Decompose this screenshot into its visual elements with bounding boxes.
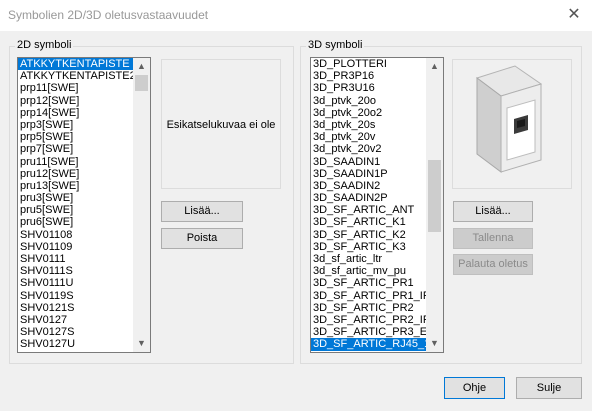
list-item[interactable]: 3D_SAADIN2 — [311, 180, 426, 192]
list-item[interactable]: 3D_SAADIN1 — [311, 156, 426, 168]
list-item[interactable]: 3D_SF_ARTIC_PR2_IP44 — [311, 314, 442, 326]
preview-2d-text: Esikatselukuvaa ei ole — [166, 119, 276, 131]
list-item[interactable]: 3D_SF_ARTIC_PR1 — [311, 277, 426, 289]
list-item[interactable]: 3D_SF_ARTIC_PR1_IP44 — [311, 290, 442, 302]
list-item[interactable]: SHV0127 — [18, 314, 133, 326]
chevron-up-icon[interactable]: ▲ — [426, 58, 443, 75]
preview-2d: Esikatselukuvaa ei ole — [161, 59, 281, 189]
list-item[interactable]: 3d_ptvk_20o2 — [311, 107, 426, 119]
list-item[interactable]: prp3[SWE] — [18, 119, 133, 131]
list-item[interactable]: pru6[SWE] — [18, 216, 133, 228]
list-item[interactable]: 3D_SAADIN2P — [311, 192, 426, 204]
list-item[interactable]: SHV0111U — [18, 277, 133, 289]
list-item[interactable]: 3D_SF_ARTIC_RJ45_1 — [311, 338, 430, 351]
help-button[interactable]: Ohje — [444, 377, 505, 399]
list-item[interactable]: pru11[SWE] — [18, 156, 133, 168]
list-3d-items: 3D_PLOTTERI 3D_PR3P16 3D_PR3U16 3d_ptvk_20o… — [311, 58, 443, 352]
list-item[interactable]: ATKKYTKENTAPISTE2 — [18, 70, 136, 82]
list-item[interactable]: prp11[SWE] — [18, 82, 133, 94]
list-item[interactable]: prp5[SWE] — [18, 131, 133, 143]
list-3d-symbols[interactable]: 3D_PLOTTERI 3D_PR3P16 3D_PR3U16 3d_ptvk_20o… — [310, 57, 444, 353]
list-item[interactable]: 3D_SF_ARTIC_ANT — [311, 204, 426, 216]
scroll-thumb-3d[interactable] — [428, 160, 441, 232]
list-item[interactable]: SHV0127S — [18, 326, 133, 338]
add-2d-button[interactable]: Lisää... — [161, 201, 243, 222]
close-button[interactable]: Sulje — [516, 377, 582, 399]
list-item[interactable]: 3D_PLOTTERI — [311, 58, 426, 70]
preview-3d — [452, 59, 572, 189]
remove-2d-button[interactable]: Poista — [161, 228, 243, 249]
reset-default-button[interactable]: Palauta oletus — [453, 254, 533, 275]
close-icon[interactable]: ✕ — [561, 5, 587, 25]
list-item[interactable]: 3D_SF_ARTIC_K3 — [311, 241, 426, 253]
list-item[interactable]: 3D_PR3U16 — [311, 82, 426, 94]
list-item[interactable]: SHV0119S — [18, 290, 133, 302]
list-item[interactable]: ATKKYTKENTAPISTE — [18, 58, 133, 71]
list-item[interactable]: 3D_PR3P16 — [311, 70, 426, 82]
list-item[interactable]: 3D_SF_ARTIC_K1 — [311, 216, 426, 228]
list-item[interactable]: SHV0111 — [18, 253, 133, 265]
list-2d-symbols[interactable]: ATKKYTKENTAPISTE ATKKYTKENTAPISTE2 prp11[S… — [17, 57, 151, 353]
rj45-socket-icon — [475, 65, 543, 173]
list-item[interactable]: 3d_sf_artic_ltr — [311, 253, 426, 265]
list-item[interactable]: 3D_SAADIN1P — [311, 168, 426, 180]
list-item[interactable]: SHV01108 — [18, 229, 133, 241]
list-item[interactable]: SHV01109 — [18, 241, 133, 253]
list-item[interactable]: pru12[SWE] — [18, 168, 133, 180]
list-item[interactable]: 3D_SF_ARTIC_PR2 — [311, 302, 426, 314]
group-3d-label: 3D symboli — [306, 39, 365, 51]
save-3d-button[interactable]: Tallenna — [453, 228, 533, 249]
scroll-thumb-2d[interactable] — [135, 75, 148, 91]
scrollbar-3d[interactable]: ▲ ▼ — [426, 58, 443, 352]
list-item[interactable]: SHV0121S — [18, 302, 133, 314]
list-item[interactable]: 3D_SF_ARTIC_K2 — [311, 229, 426, 241]
window-title: Symbolien 2D/3D oletusvastaavuudet — [8, 8, 209, 22]
chevron-down-icon[interactable]: ▼ — [133, 335, 150, 352]
list-2d-items: ATKKYTKENTAPISTE ATKKYTKENTAPISTE2 prp11[S… — [18, 58, 136, 352]
list-item[interactable]: 3d_ptvk_20o — [311, 95, 426, 107]
list-item[interactable]: 3d_sf_artic_mv_pu — [311, 265, 426, 277]
list-item[interactable]: prp7[SWE] — [18, 143, 133, 155]
chevron-up-icon[interactable]: ▲ — [133, 58, 150, 75]
list-item[interactable]: SHV0127U — [18, 338, 133, 350]
list-item[interactable]: 3d_ptvk_20s — [311, 119, 426, 131]
add-3d-button[interactable]: Lisää... — [453, 201, 533, 222]
list-item[interactable]: prp12[SWE] — [18, 95, 133, 107]
list-item[interactable]: SHV0111S — [18, 265, 133, 277]
list-item[interactable]: pru5[SWE] — [18, 204, 133, 216]
group-2d-label: 2D symboli — [15, 39, 74, 51]
title-bar: Symbolien 2D/3D oletusvastaavuudet ✕ — [0, 0, 592, 31]
list-item[interactable]: 3d_ptvk_20v2 — [311, 143, 426, 155]
chevron-down-icon[interactable]: ▼ — [426, 335, 443, 352]
list-item[interactable]: 3d_ptvk_20v — [311, 131, 426, 143]
list-item[interactable]: 3D_SF_ARTIC_PR3_EURO — [311, 326, 443, 338]
list-item[interactable]: prp14[SWE] — [18, 107, 133, 119]
scrollbar-2d[interactable]: ▲ ▼ — [133, 58, 150, 352]
list-item[interactable]: pru13[SWE] — [18, 180, 133, 192]
list-item[interactable]: pru3[SWE] — [18, 192, 133, 204]
